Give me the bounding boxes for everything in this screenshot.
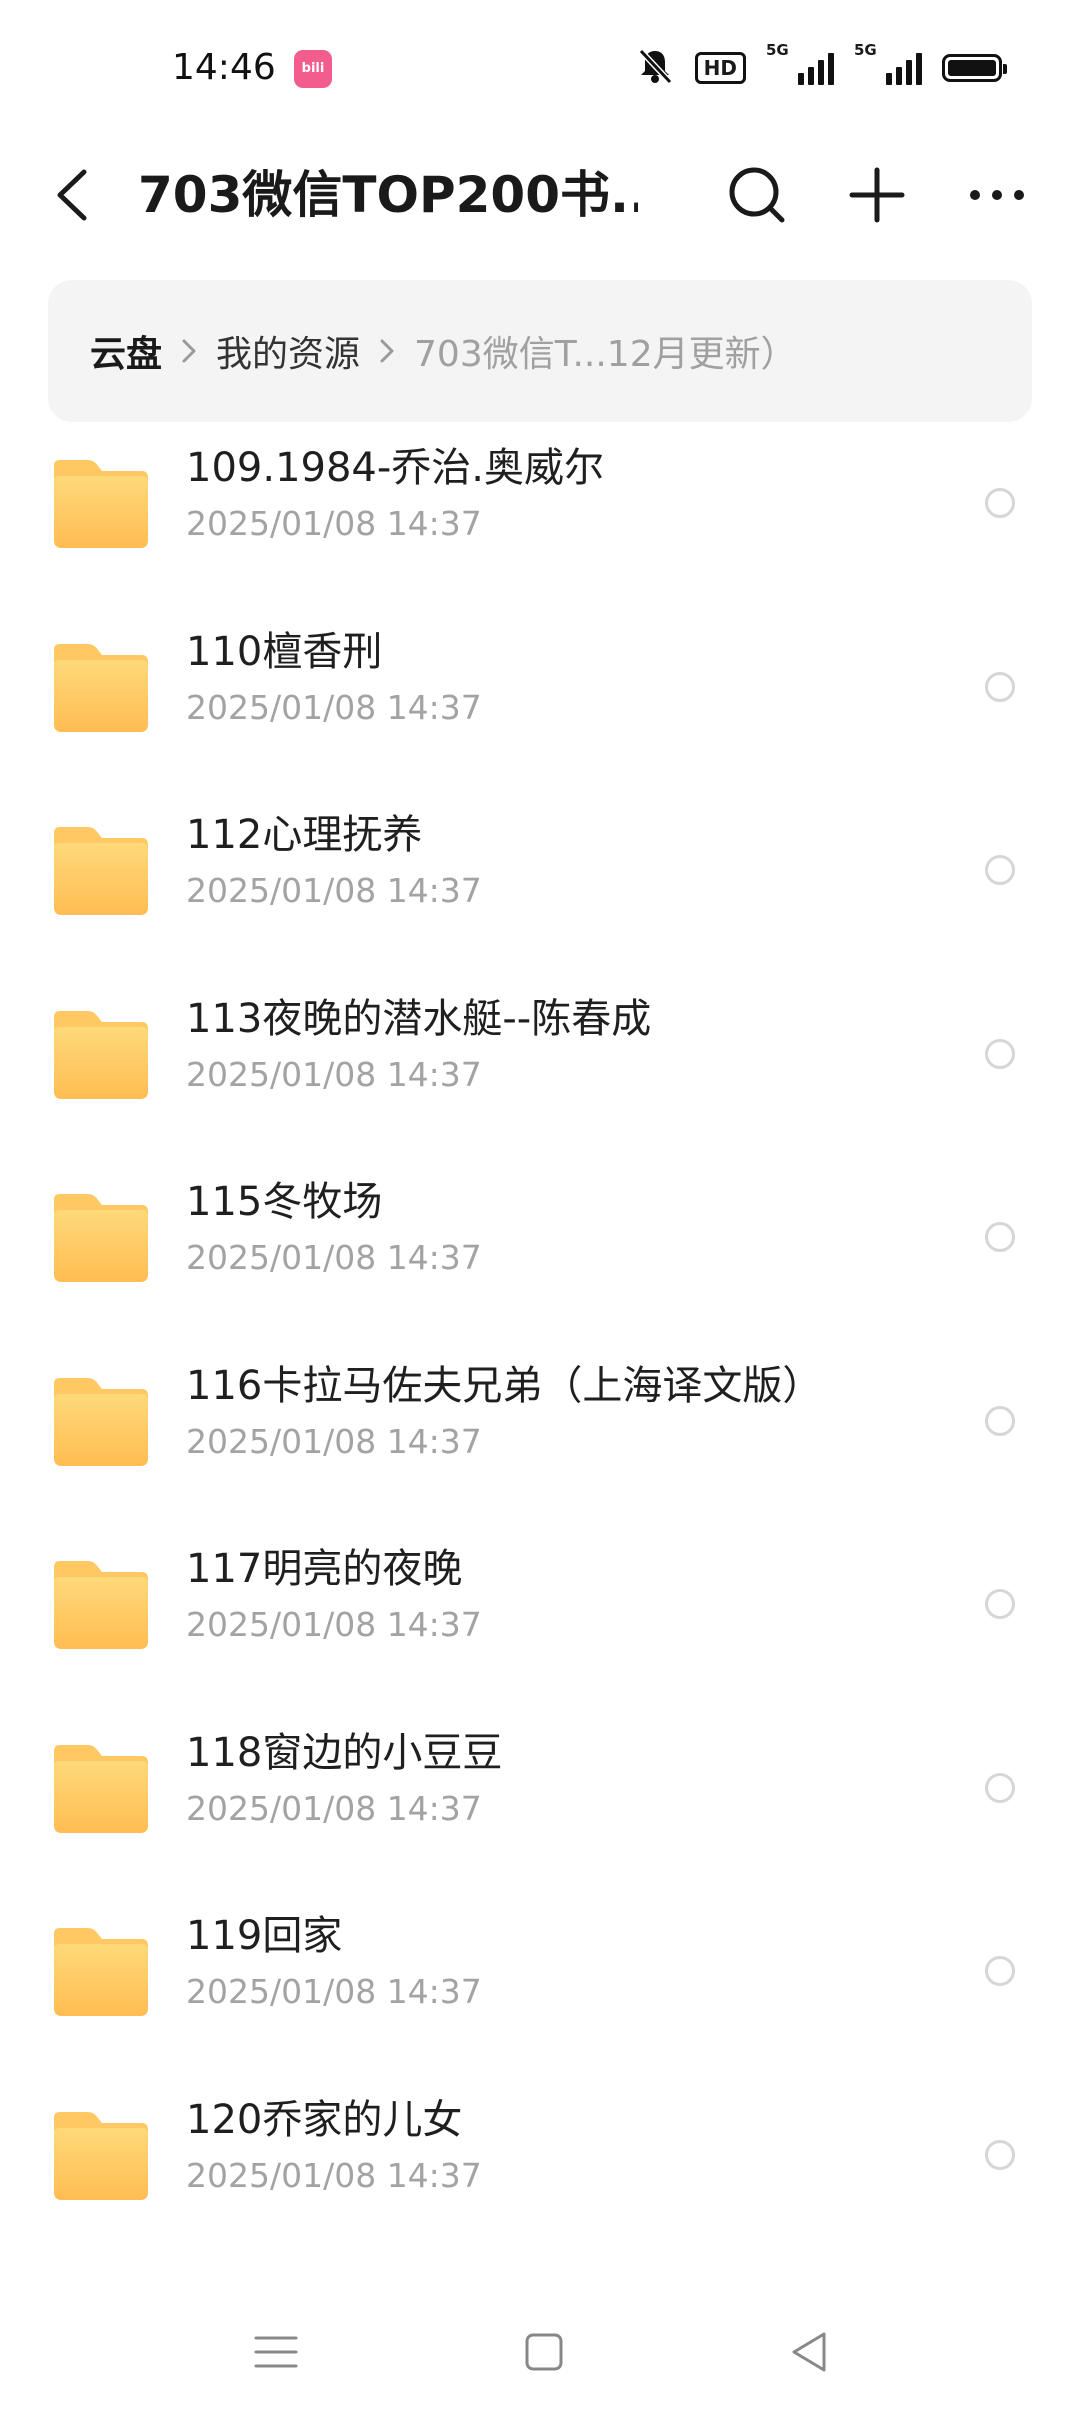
- select-checkbox[interactable]: [985, 1222, 1015, 1252]
- search-button[interactable]: [720, 158, 794, 232]
- folder-icon: [54, 460, 148, 548]
- file-date: 2025/01/08 14:37: [186, 1972, 482, 2011]
- mute-bell-icon: [635, 46, 675, 90]
- list-item[interactable]: 115冬牧场 2025/01/08 14:37: [0, 1174, 1080, 1358]
- search-icon: [729, 167, 785, 223]
- file-date: 2025/01/08 14:37: [186, 1238, 482, 1277]
- file-name: 113夜晚的潜水艇--陈春成: [186, 995, 652, 1042]
- list-item[interactable]: 117明亮的夜晚 2025/01/08 14:37: [0, 1541, 1080, 1725]
- list-item[interactable]: 109.1984-乔治.奥威尔 2025/01/08 14:37: [0, 440, 1080, 624]
- system-back-button[interactable]: [780, 2322, 840, 2382]
- signal-5g-icon-2: 5G: [854, 41, 922, 85]
- breadcrumb-root[interactable]: 云盘: [90, 325, 162, 377]
- network-type: 5G: [766, 41, 789, 59]
- system-nav-bar: [0, 2300, 1080, 2412]
- header: 703微信TOP200书...: [0, 140, 1080, 250]
- list-item[interactable]: 120乔家的儿女 2025/01/08 14:37: [0, 2092, 1080, 2276]
- folder-icon: [54, 1194, 148, 1282]
- select-checkbox[interactable]: [985, 1772, 1015, 1803]
- hd-voice-icon: HD: [694, 52, 746, 84]
- file-name: 115冬牧场: [186, 1179, 383, 1225]
- file-date: 2025/01/08 14:37: [186, 1054, 482, 1094]
- folder-icon: [54, 1744, 148, 1833]
- status-bar: 14:46 bili HD 5G 5G: [0, 0, 1080, 140]
- breadcrumb: 云盘 我的资源 703微信T...12月更新）: [48, 280, 1032, 422]
- file-date: 2025/01/08 14:37: [186, 1788, 482, 1828]
- recent-apps-button[interactable]: [246, 2322, 306, 2382]
- list-item[interactable]: 118窗边的小豆豆 2025/01/08 14:37: [0, 1725, 1080, 1909]
- file-name: 110檀香刑: [186, 628, 383, 675]
- select-checkbox[interactable]: [985, 1589, 1015, 1619]
- page-title: 703微信TOP200书...: [138, 166, 638, 224]
- breadcrumb-my-resources[interactable]: 我的资源: [216, 325, 360, 377]
- folder-icon: [54, 1561, 148, 1649]
- more-button[interactable]: [960, 158, 1034, 232]
- select-checkbox[interactable]: [985, 488, 1015, 518]
- select-checkbox[interactable]: [985, 2139, 1015, 2170]
- file-name: 116卡拉马佐夫兄弟（上海译文版）: [186, 1362, 823, 1409]
- select-checkbox[interactable]: [985, 671, 1015, 702]
- more-dots-icon: [970, 190, 1024, 200]
- add-button[interactable]: [840, 158, 914, 232]
- signal-5g-icon: 5G: [766, 41, 834, 85]
- list-item[interactable]: 110檀香刑 2025/01/08 14:37: [0, 624, 1080, 808]
- battery-icon: [942, 54, 1007, 82]
- folder-icon: [54, 1377, 148, 1466]
- file-date: 2025/01/08 14:37: [186, 504, 482, 543]
- menu-icon: [254, 2336, 298, 2368]
- chevron-right-icon: [374, 336, 400, 366]
- select-checkbox[interactable]: [985, 1405, 1015, 1436]
- file-date: 2025/01/08 14:37: [186, 687, 482, 727]
- file-name: 112心理抚养: [186, 812, 423, 858]
- status-icons: HD 5G 5G: [635, 41, 1007, 90]
- file-date: 2025/01/08 14:37: [186, 1605, 482, 1644]
- file-date: 2025/01/08 14:37: [186, 871, 482, 910]
- square-home-icon: [525, 2333, 563, 2371]
- list-item[interactable]: 119回家 2025/01/08 14:37: [0, 1908, 1080, 2092]
- folder-icon: [54, 1928, 148, 2016]
- chevron-right-icon: [176, 336, 202, 366]
- select-checkbox[interactable]: [985, 855, 1015, 885]
- list-item[interactable]: 116卡拉马佐夫兄弟（上海译文版） 2025/01/08 14:37: [0, 1358, 1080, 1542]
- folder-icon: [54, 2111, 148, 2200]
- plus-icon: [849, 167, 905, 223]
- file-name: 118窗边的小豆豆: [186, 1729, 503, 1776]
- folder-icon: [54, 827, 148, 915]
- folder-icon: [54, 643, 148, 732]
- file-date: 2025/01/08 14:37: [186, 2155, 482, 2195]
- triangle-back-icon: [792, 2332, 826, 2372]
- file-list: 109.1984-乔治.奥威尔 2025/01/08 14:37 110檀香刑 …: [0, 440, 1080, 2275]
- home-button[interactable]: [514, 2322, 574, 2382]
- file-date: 2025/01/08 14:37: [186, 1421, 482, 1461]
- bilibili-notification-icon: bili: [294, 50, 332, 88]
- file-name: 109.1984-乔治.奥威尔: [186, 445, 605, 491]
- chevron-left-icon: [57, 169, 87, 221]
- file-name: 120乔家的儿女: [186, 2096, 463, 2143]
- file-name: 117明亮的夜晚: [186, 1546, 463, 1592]
- list-item[interactable]: 113夜晚的潜水艇--陈春成 2025/01/08 14:37: [0, 991, 1080, 1175]
- status-time: 14:46: [172, 47, 276, 88]
- file-name: 119回家: [186, 1913, 343, 1959]
- folder-icon: [54, 1010, 148, 1099]
- breadcrumb-current: 703微信T...12月更新）: [414, 334, 797, 375]
- network-type-2: 5G: [854, 41, 877, 59]
- list-item[interactable]: 112心理抚养 2025/01/08 14:37: [0, 807, 1080, 991]
- select-checkbox[interactable]: [985, 1038, 1015, 1069]
- back-button[interactable]: [44, 160, 104, 230]
- select-checkbox[interactable]: [985, 1956, 1015, 1986]
